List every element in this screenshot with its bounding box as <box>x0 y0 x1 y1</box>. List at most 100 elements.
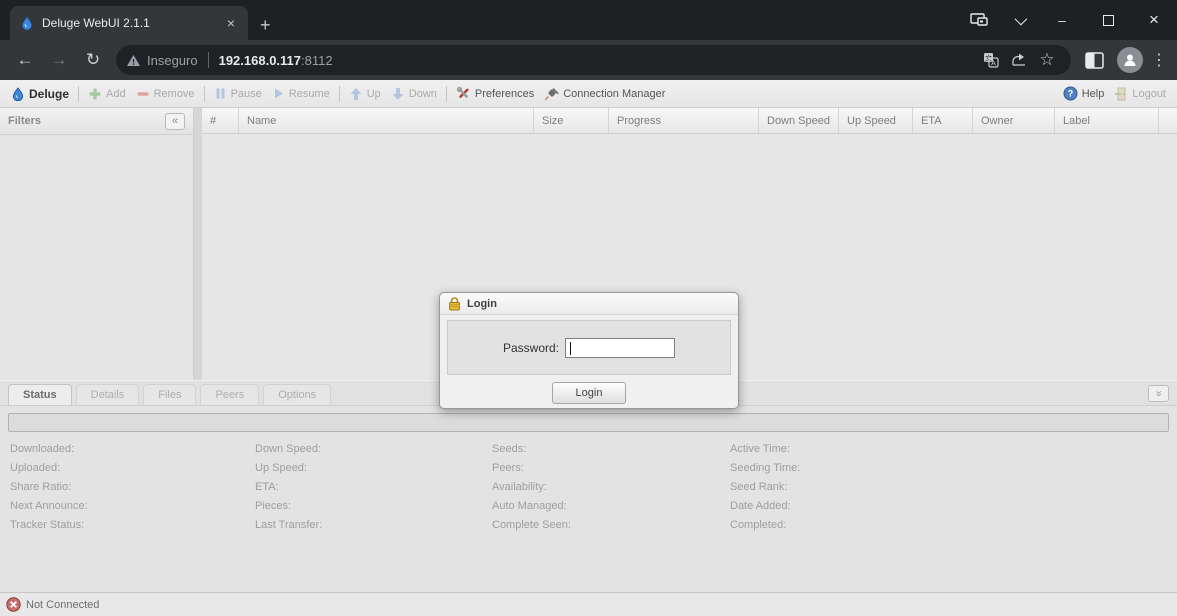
tab-options[interactable]: Options <box>263 384 331 405</box>
tab-peers[interactable]: Peers <box>200 384 259 405</box>
browser-tab[interactable]: Deluge WebUI 2.1.1 × <box>10 6 248 40</box>
panel-splitter[interactable] <box>194 108 202 380</box>
column-header-size[interactable]: Size <box>534 108 609 133</box>
column-header-down-speed[interactable]: Down Speed <box>759 108 839 133</box>
url-host: 192.168.0.117 <box>219 53 301 68</box>
tools-icon <box>456 86 471 101</box>
browser-tab-bar: Deluge WebUI 2.1.1 × + – × <box>0 0 1177 40</box>
tab-files[interactable]: Files <box>143 384 196 405</box>
label-completed: Completed: <box>730 516 800 535</box>
grid-header: # Name Size Progress Down Speed Up Speed… <box>202 108 1177 134</box>
lock-icon <box>448 297 461 311</box>
close-window-button[interactable]: × <box>1131 4 1177 36</box>
tab-title: Deluge WebUI 2.1.1 <box>42 16 216 30</box>
detail-labels-column-4: Active Time: Seeding Time: Seed Rank: Da… <box>730 440 800 535</box>
label-down-speed: Down Speed: <box>255 440 322 459</box>
add-torrent-button[interactable]: Add <box>83 83 131 105</box>
column-header-up-speed[interactable]: Up Speed <box>839 108 913 133</box>
share-icon[interactable] <box>1005 46 1033 74</box>
queue-down-button[interactable]: Down <box>386 83 442 105</box>
deluge-toolbar: Deluge Add Remove Pause Resume Up Down <box>0 80 1177 108</box>
resume-button[interactable]: Resume <box>267 83 335 105</box>
bookmark-star-icon[interactable]: ☆ <box>1033 46 1061 74</box>
maximize-button[interactable] <box>1085 4 1131 36</box>
label-availability: Availability: <box>492 478 571 497</box>
pause-icon <box>214 87 227 100</box>
logout-door-icon <box>1114 87 1128 101</box>
label-seeds: Seeds: <box>492 440 571 459</box>
torrent-progress-bar <box>8 413 1169 432</box>
back-icon[interactable]: ← <box>10 45 40 75</box>
tab-preview-icon[interactable] <box>959 4 999 36</box>
label-downloaded: Downloaded: <box>10 440 88 459</box>
omnibox-divider <box>208 52 209 68</box>
tab-details[interactable]: Details <box>76 384 140 405</box>
address-bar[interactable]: Inseguro 192.168.0.117 :8112 文A ☆ <box>116 45 1071 75</box>
profile-avatar[interactable] <box>1117 47 1143 73</box>
login-dialog-title: Login <box>467 298 497 310</box>
label-last-transfer: Last Transfer: <box>255 516 322 535</box>
column-header-spacer <box>1159 108 1177 133</box>
column-header-progress[interactable]: Progress <box>609 108 759 133</box>
new-tab-button[interactable]: + <box>260 16 271 34</box>
collapse-details-button[interactable]: » <box>1148 385 1169 402</box>
filters-header: Filters « <box>0 108 193 135</box>
side-panel-icon[interactable] <box>1079 45 1109 75</box>
column-header-owner[interactable]: Owner <box>973 108 1055 133</box>
help-icon: ? <box>1063 86 1078 101</box>
login-form: Password: <box>447 320 731 375</box>
toolbar-separator <box>339 86 340 102</box>
remove-torrent-button[interactable]: Remove <box>131 83 200 105</box>
tab-status[interactable]: Status <box>8 384 72 405</box>
text-caret <box>570 342 571 355</box>
label-complete-seen: Complete Seen: <box>492 516 571 535</box>
browser-menu-icon[interactable]: ⋮ <box>1149 50 1169 70</box>
close-tab-icon[interactable]: × <box>224 15 238 31</box>
minus-icon <box>136 87 150 101</box>
svg-text:A: A <box>991 60 996 67</box>
minimize-button[interactable]: – <box>1039 4 1085 36</box>
help-button[interactable]: ? Help <box>1058 83 1110 105</box>
label-date-added: Date Added: <box>730 497 800 516</box>
password-label: Password: <box>503 341 559 355</box>
login-button[interactable]: Login <box>552 382 626 404</box>
preferences-button[interactable]: Preferences <box>451 83 539 105</box>
queue-up-button[interactable]: Up <box>344 83 386 105</box>
label-eta: ETA: <box>255 478 322 497</box>
connection-status-bar: Not Connected <box>0 592 1177 616</box>
toolbar-separator <box>446 86 447 102</box>
connection-status-text[interactable]: Not Connected <box>26 599 99 611</box>
label-tracker-status: Tracker Status: <box>10 516 88 535</box>
label-peers: Peers: <box>492 459 571 478</box>
label-active-time: Active Time: <box>730 440 800 459</box>
browser-navbar: ← → ↻ Inseguro 192.168.0.117 :8112 文A ☆ <box>0 40 1177 80</box>
logout-button[interactable]: Logout <box>1109 83 1171 105</box>
label-seeding-time: Seeding Time: <box>730 459 800 478</box>
reload-icon[interactable]: ↻ <box>78 45 108 75</box>
login-dialog: Login Password: Login <box>439 292 739 409</box>
login-dialog-titlebar[interactable]: Login <box>440 293 738 315</box>
column-header-number[interactable]: # <box>202 108 239 133</box>
forward-icon[interactable]: → <box>44 45 74 75</box>
pause-button[interactable]: Pause <box>209 83 267 105</box>
column-header-name[interactable]: Name <box>239 108 534 133</box>
column-header-label[interactable]: Label <box>1055 108 1159 133</box>
not-connected-icon <box>6 597 21 612</box>
detail-labels-column-3: Seeds: Peers: Availability: Auto Managed… <box>492 440 571 535</box>
deluge-drop-icon <box>11 87 25 101</box>
password-input[interactable] <box>565 338 675 358</box>
filters-title: Filters <box>8 115 165 127</box>
security-label[interactable]: Inseguro <box>147 53 198 68</box>
column-header-eta[interactable]: ETA <box>913 108 973 133</box>
label-up-speed: Up Speed: <box>255 459 322 478</box>
filters-panel: Filters « <box>0 108 194 380</box>
detail-labels-column-2: Down Speed: Up Speed: ETA: Pieces: Last … <box>255 440 322 535</box>
connection-manager-button[interactable]: Connection Manager <box>539 83 670 105</box>
translate-icon[interactable]: 文A <box>977 46 1005 74</box>
collapse-filters-button[interactable]: « <box>165 113 185 130</box>
url-port: :8112 <box>301 53 333 68</box>
status-detail-panel: Downloaded: Uploaded: Share Ratio: Next … <box>0 406 1177 592</box>
arrow-down-icon <box>391 87 405 101</box>
arrow-up-icon <box>349 87 363 101</box>
tab-search-chevron-icon[interactable] <box>999 4 1039 36</box>
